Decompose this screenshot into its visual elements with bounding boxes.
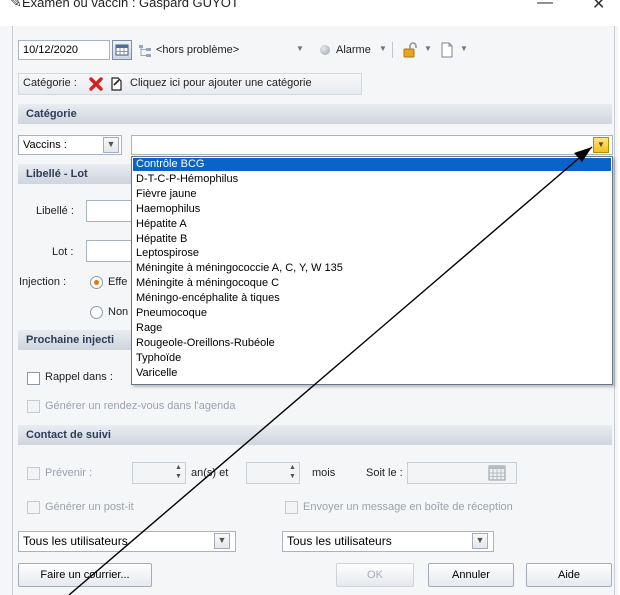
annotation-arrow-line [68, 146, 593, 595]
annotation-arrows [68, 146, 593, 595]
